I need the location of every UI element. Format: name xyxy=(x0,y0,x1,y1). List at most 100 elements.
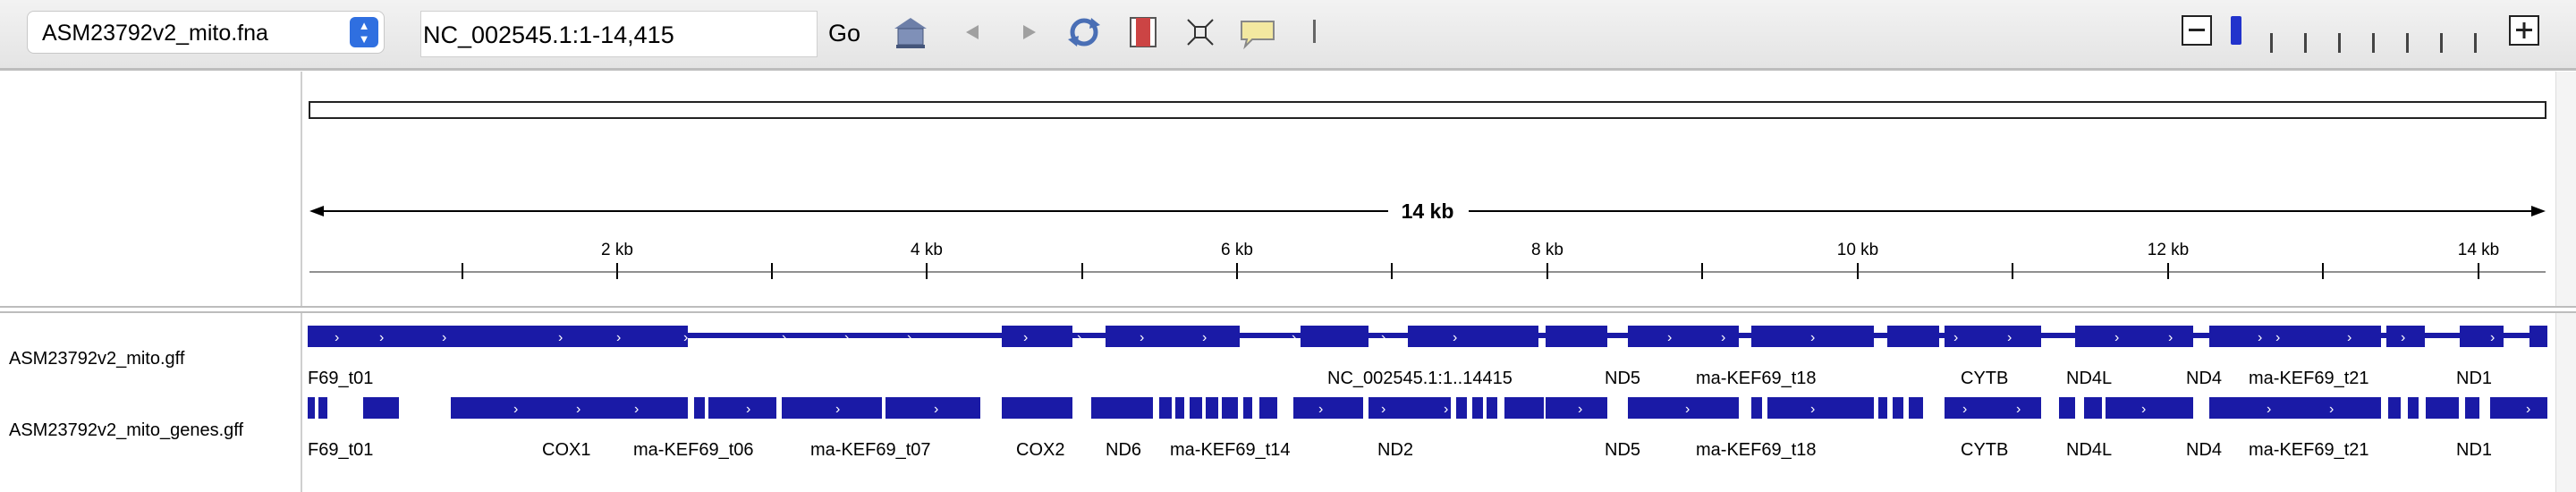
zoom-in-button[interactable] xyxy=(2508,14,2540,47)
strand-chevron: › xyxy=(1381,330,1385,345)
feature-block[interactable] xyxy=(2465,397,2479,419)
feature-block[interactable] xyxy=(2075,326,2193,347)
track-genes-gff-features[interactable]: › › › › › › › › › › › › › › › › › › xyxy=(308,397,2547,419)
feature-block[interactable] xyxy=(318,397,327,419)
forward-icon[interactable] xyxy=(1009,13,1048,52)
feature-block[interactable] xyxy=(1259,397,1277,419)
zoom-out-button[interactable] xyxy=(2181,14,2213,47)
gene-label: ma-KEF69_t18 xyxy=(1696,369,1817,388)
feature-block[interactable] xyxy=(1504,397,1544,419)
strand-chevron: › xyxy=(1140,330,1144,345)
strand-chevron: › xyxy=(1667,330,1672,345)
strand-chevron: › xyxy=(442,330,446,345)
feature-block[interactable] xyxy=(2209,397,2381,419)
feature-block[interactable] xyxy=(1190,397,1202,419)
strand-chevron: › xyxy=(683,330,688,345)
header-scrollbar[interactable] xyxy=(2555,72,2576,306)
feature-block[interactable] xyxy=(2388,397,2401,419)
feature-block[interactable] xyxy=(1878,397,1887,419)
strand-chevron: › xyxy=(1962,402,1967,417)
feature-block[interactable] xyxy=(1456,397,1467,419)
gene-label: ma-KEF69_t06 xyxy=(633,440,754,460)
feature-block[interactable] xyxy=(886,397,980,419)
feature-block[interactable] xyxy=(2529,326,2547,347)
data-scrollbar[interactable] xyxy=(2555,313,2576,492)
zoom-tick xyxy=(2338,33,2341,53)
genome-dropdown[interactable]: ASM23792v2_mito.fna ▲ ▼ xyxy=(27,11,385,54)
panel-divider[interactable] xyxy=(0,306,2576,313)
feature-block[interactable] xyxy=(1159,397,1172,419)
zoom-tick xyxy=(2406,33,2409,53)
zoom-tick xyxy=(2440,33,2443,53)
chromosome-ideogram xyxy=(309,101,2546,119)
strand-chevron: › xyxy=(1381,402,1385,417)
strand-chevron: › xyxy=(2141,402,2146,417)
toolbar-separator xyxy=(1313,20,1316,43)
feature-block[interactable] xyxy=(1546,326,1607,347)
feature-block[interactable] xyxy=(2426,397,2459,419)
feature-block[interactable] xyxy=(1106,326,1240,347)
feature-block[interactable] xyxy=(1175,397,1184,419)
feature-block[interactable] xyxy=(2059,397,2075,419)
track-gff-features[interactable]: › › › › › › › › › › › › › › › › › › › › › › › › › › › › xyxy=(308,326,2547,347)
feature-block[interactable] xyxy=(1767,397,1874,419)
feature-block[interactable] xyxy=(708,397,776,419)
feature-block[interactable] xyxy=(2408,397,2419,419)
feature-block[interactable] xyxy=(1487,397,1497,419)
locus-input-value: NC_002545.1:1-14,415 xyxy=(423,21,674,48)
feature-block[interactable] xyxy=(1945,326,2041,347)
feature-block[interactable] xyxy=(1243,397,1252,419)
feature-block[interactable] xyxy=(1472,397,1483,419)
feature-block[interactable] xyxy=(2386,326,2425,347)
feature-block[interactable] xyxy=(1002,326,1072,347)
feature-block[interactable] xyxy=(1293,397,1363,419)
go-button[interactable]: Go xyxy=(828,20,860,47)
feature-block[interactable] xyxy=(1091,397,1153,419)
feature-block[interactable] xyxy=(1751,397,1762,419)
toolbar: ASM23792v2_mito.fna ▲ ▼ NC_002545.1:1-14,… xyxy=(0,0,2576,71)
track-name-genes-gff[interactable]: ASM23792v2_mito_genes.gff xyxy=(9,420,243,441)
feature-block[interactable] xyxy=(1945,397,2041,419)
feature-block[interactable] xyxy=(1222,397,1238,419)
gene-label: ND1 xyxy=(2456,369,2493,388)
feature-block[interactable] xyxy=(1408,326,1538,347)
gene-label: COX1 xyxy=(542,440,591,460)
strand-chevron: › xyxy=(2168,330,2173,345)
feature-block[interactable] xyxy=(1909,397,1923,419)
home-icon[interactable] xyxy=(891,13,930,52)
gene-label: ND1 xyxy=(2456,440,2493,460)
feature-block[interactable] xyxy=(1301,326,1368,347)
feature-block[interactable] xyxy=(782,397,882,419)
refresh-icon[interactable] xyxy=(1064,13,1104,52)
feature-block[interactable] xyxy=(2106,397,2193,419)
feature-block[interactable] xyxy=(694,397,705,419)
gene-label: ma-KEF69_t14 xyxy=(1170,440,1291,460)
fit-to-window-icon[interactable] xyxy=(1181,13,1220,52)
feature-block[interactable] xyxy=(308,397,315,419)
feature-block[interactable] xyxy=(2460,326,2504,347)
feature-block[interactable] xyxy=(2490,397,2547,419)
feature-block[interactable] xyxy=(1893,397,1903,419)
zoom-slider[interactable] xyxy=(2227,14,2513,53)
locus-input[interactable]: NC_002545.1:1-14,415 xyxy=(420,11,818,57)
feature-block[interactable] xyxy=(2209,326,2381,347)
zoom-level-indicator xyxy=(2231,16,2241,45)
strand-chevron: › xyxy=(1077,330,1081,345)
feature-block[interactable] xyxy=(1002,397,1072,419)
feature-block[interactable] xyxy=(1887,326,1939,347)
gene-label: F69_t01 xyxy=(308,369,374,388)
strand-chevron: › xyxy=(576,402,580,417)
feature-block[interactable] xyxy=(363,397,399,419)
region-of-interest-icon[interactable] xyxy=(1123,13,1163,52)
back-icon[interactable] xyxy=(953,13,993,52)
feature-block[interactable] xyxy=(2084,397,2102,419)
track-name-gff[interactable]: ASM23792v2_mito.gff xyxy=(9,349,184,369)
popup-info-icon[interactable] xyxy=(1238,13,1277,52)
gene-label: ND5 xyxy=(1605,440,1641,460)
ruler-tick-label: 14 kb xyxy=(2458,241,2499,259)
feature-block[interactable] xyxy=(1206,397,1218,419)
feature-block[interactable] xyxy=(451,326,688,347)
feature-block[interactable] xyxy=(451,397,688,419)
feature-block[interactable] xyxy=(1628,397,1739,419)
feature-block[interactable] xyxy=(1546,397,1607,419)
